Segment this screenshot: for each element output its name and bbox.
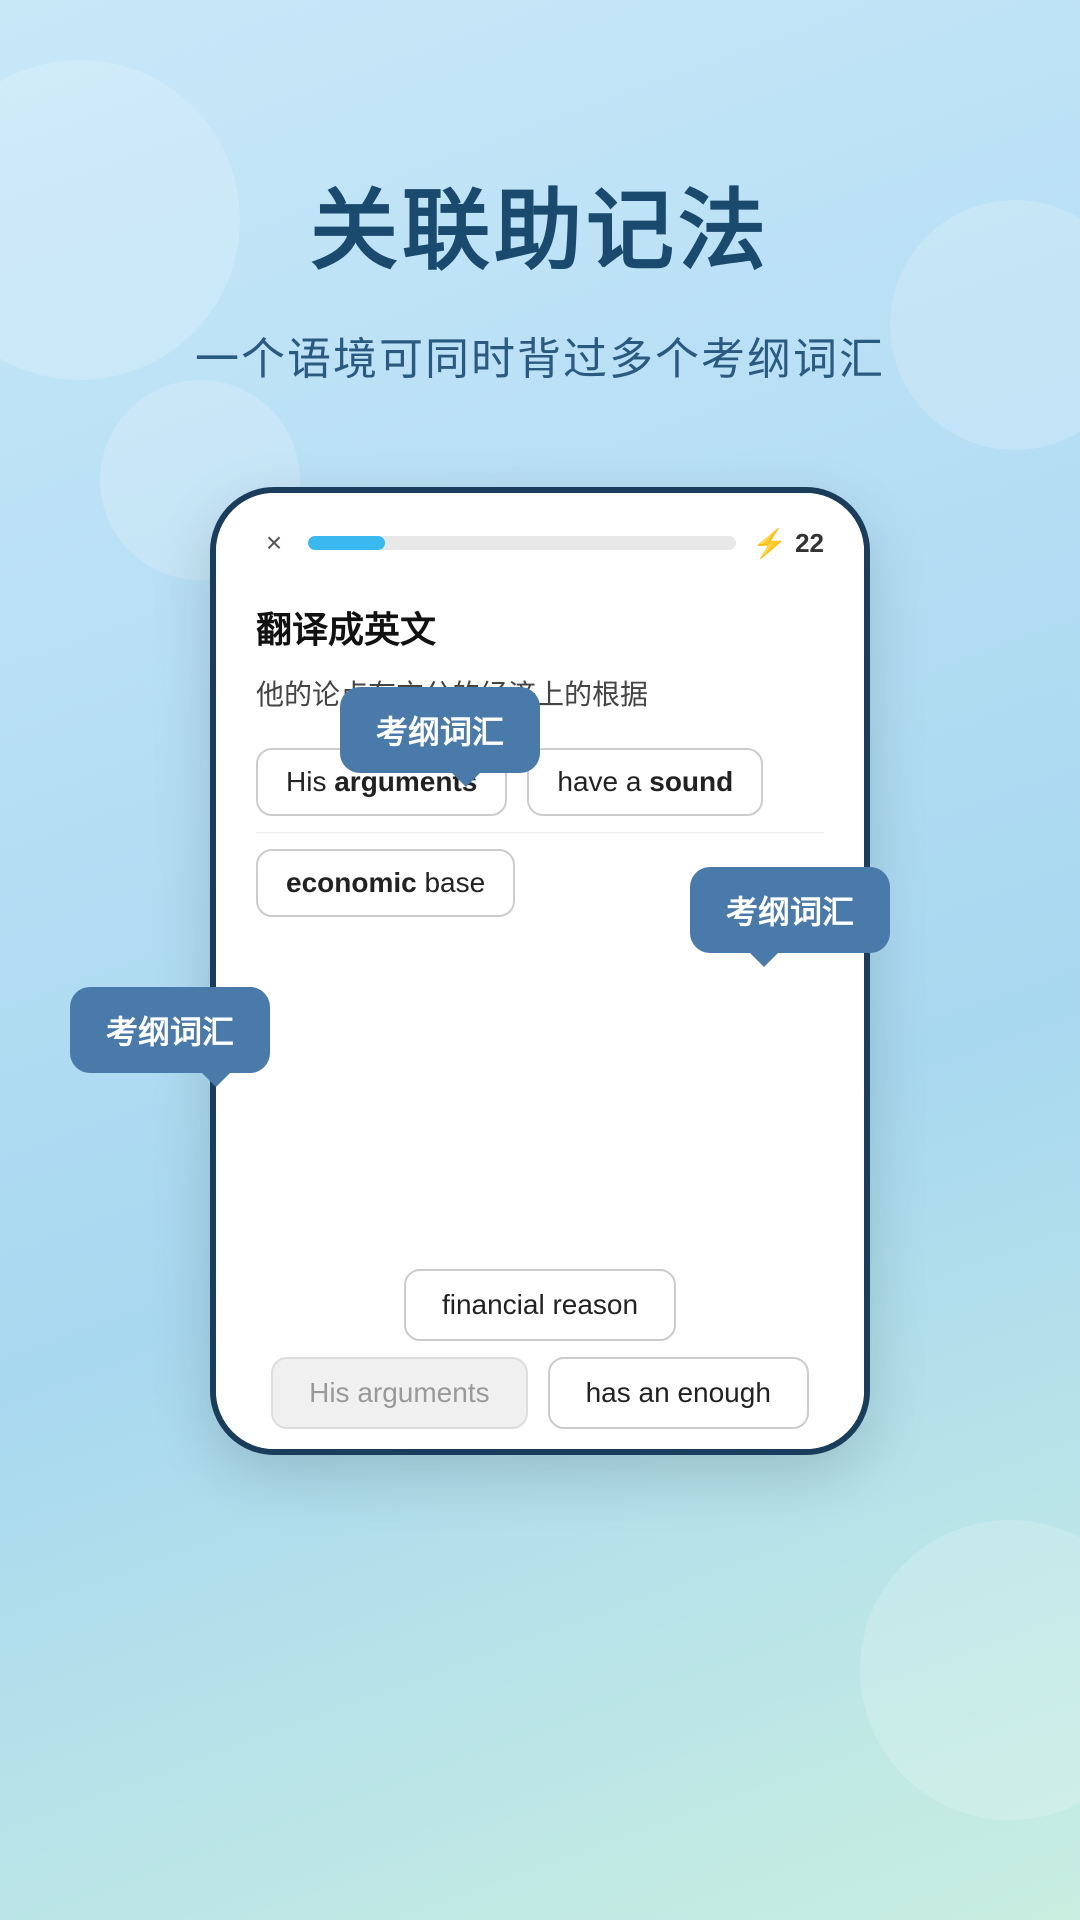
tooltip-1: 考纲词汇 [340, 687, 540, 773]
bottom-chip-financial[interactable]: financial reason [404, 1269, 676, 1341]
phone-wrapper: 考纲词汇 考纲词汇 考纲词汇 × ⚡ 22 翻译成英文 他的论点有充分的经济上的… [210, 487, 870, 1455]
bottom-chip-enough[interactable]: has an enough [548, 1357, 809, 1429]
answer-chip-sound[interactable]: have a sound [527, 748, 763, 816]
progress-bar-fill [308, 536, 385, 550]
tooltip-3: 考纲词汇 [70, 987, 270, 1073]
phone-top-bar: × ⚡ 22 [216, 493, 864, 581]
answer-chip-economic[interactable]: economic base [256, 849, 515, 917]
page-content: 关联助记法 一个语境可同时背过多个考纲词汇 考纲词汇 考纲词汇 考纲词汇 × ⚡… [0, 0, 1080, 1455]
phone-spacer [216, 969, 864, 1249]
close-icon[interactable]: × [256, 525, 292, 561]
lightning-icon: ⚡ [752, 527, 787, 560]
bold-economic: economic [286, 867, 417, 898]
bottom-options: financial reason His arguments has an en… [216, 1249, 864, 1449]
score-value: 22 [795, 528, 824, 559]
tooltip-2: 考纲词汇 [690, 867, 890, 953]
bold-sound: sound [649, 766, 733, 797]
question-title: 翻译成英文 [256, 601, 824, 653]
bg-decoration-4 [860, 1520, 1080, 1820]
progress-bar [308, 536, 736, 550]
bottom-row-1: financial reason [256, 1269, 824, 1341]
score-area: ⚡ 22 [752, 527, 824, 560]
bottom-chip-arguments-gray[interactable]: His arguments [271, 1357, 528, 1429]
page-subtitle: 一个语境可同时背过多个考纲词汇 [195, 323, 885, 387]
page-title: 关联助记法 [310, 160, 770, 287]
bottom-row-2: His arguments has an enough [256, 1357, 824, 1429]
